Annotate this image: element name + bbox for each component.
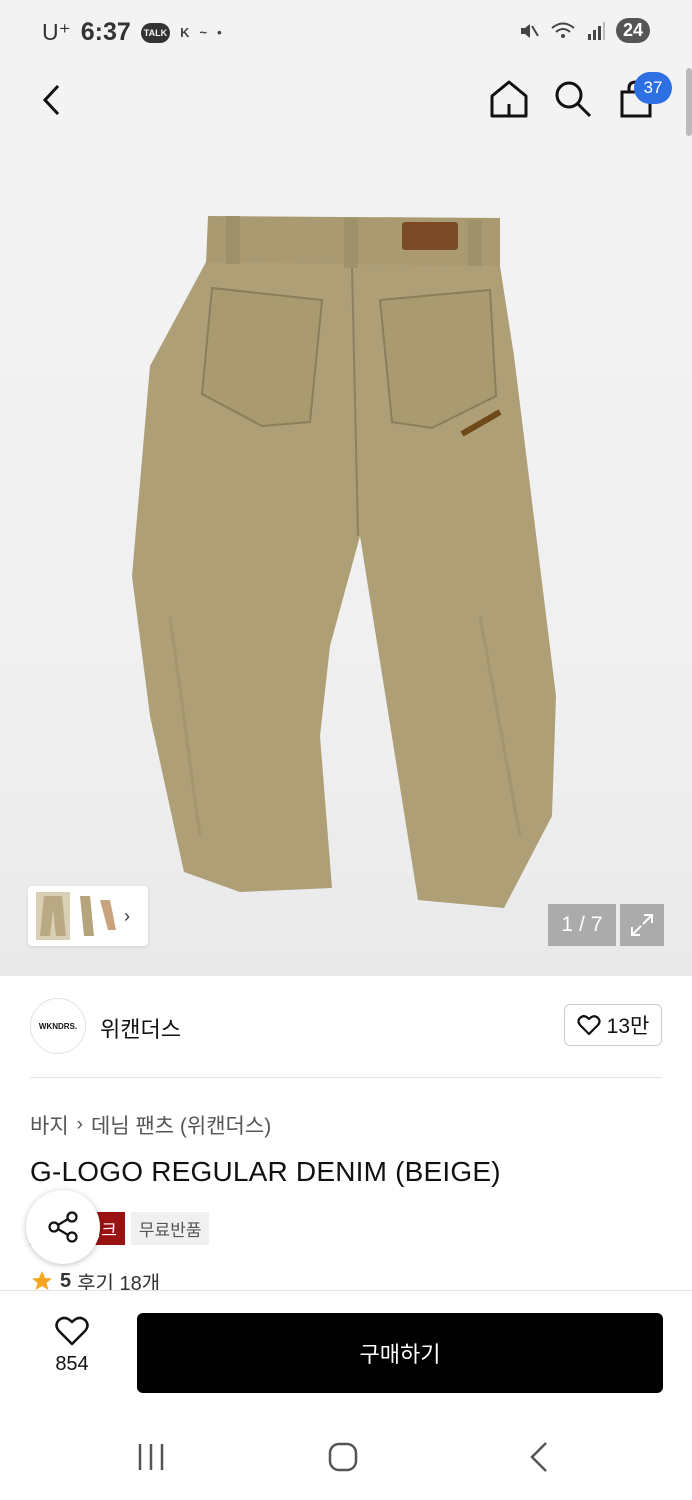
free-return-tag: 무료반품 (130, 1212, 210, 1245)
breadcrumb: 바지 › 데님 팬츠 (위캔더스) (30, 1110, 271, 1140)
share-icon (48, 1211, 78, 1243)
cart-count-badge: 37 (634, 72, 672, 104)
home-button[interactable] (488, 78, 530, 122)
app-notification-icon: K (180, 25, 190, 40)
brand-row: WKNDRS. 위캔더스 13만 (0, 976, 692, 1078)
breadcrumb-category[interactable]: 바지 (30, 1110, 69, 1140)
system-navigation-bar (0, 1414, 692, 1500)
more-dot-icon: • (217, 25, 222, 40)
rating-summary[interactable]: 5 후기 18개 (30, 1270, 160, 1292)
wifi-icon (551, 22, 575, 38)
expand-image-button[interactable] (620, 904, 664, 946)
home-nav-icon[interactable] (326, 1440, 360, 1474)
rating-score: 5 (60, 1270, 72, 1292)
image-page-counter: 1 / 7 (548, 904, 616, 946)
home-icon (490, 80, 528, 118)
battery-indicator: 24 (615, 18, 650, 43)
buy-button[interactable]: 구매하기 (137, 1313, 663, 1393)
recents-icon[interactable] (134, 1440, 168, 1474)
mute-icon (520, 23, 539, 38)
page-current: 1 (561, 913, 574, 936)
brand-logo[interactable]: WKNDRS. (30, 998, 86, 1054)
breadcrumb-subcategory[interactable]: 데님 팬츠 (위캔더스) (91, 1110, 271, 1140)
brand-name[interactable]: 위캔더스 (100, 1012, 181, 1044)
search-icon (555, 81, 592, 118)
bottom-action-bar: 854 구매하기 (0, 1290, 692, 1414)
product-image (132, 216, 556, 908)
review-count: 후기 18개 (77, 1272, 161, 1293)
signal-icon (587, 21, 605, 40)
product-title: G-LOGO REGULAR DENIM (BEIGE) (30, 1156, 501, 1187)
product-image-gallery[interactable]: › 1 / 7 (0, 136, 692, 976)
chevron-left-icon (42, 84, 60, 116)
status-bar: U⁺ 6:37 TALK K ~ • 24 (0, 0, 692, 64)
expand-icon (631, 914, 653, 936)
chevron-right-icon: › (124, 905, 130, 926)
page-separator: / (579, 913, 585, 936)
kakaotalk-icon: TALK (140, 22, 171, 43)
divider (30, 1077, 662, 1078)
thumbnail-strip[interactable]: › (28, 886, 148, 946)
brand-like-button[interactable]: 13만 (564, 1004, 662, 1046)
search-button[interactable] (552, 78, 594, 122)
app-notification-icon-2: ~ (199, 25, 208, 40)
back-nav-icon[interactable] (522, 1440, 556, 1474)
star-icon (32, 1271, 52, 1290)
thumbnail-image (36, 892, 116, 940)
heart-icon (55, 1316, 89, 1346)
top-app-bar (0, 64, 692, 136)
share-button[interactable] (26, 1190, 100, 1264)
heart-icon (577, 1015, 601, 1036)
page-total: 7 (590, 913, 603, 936)
wishlist-count: 854 (55, 1353, 89, 1375)
brand-like-count: 13만 (606, 1015, 650, 1038)
clock: 6:37 (80, 18, 131, 46)
carrier-label: U⁺ (42, 19, 71, 45)
chevron-right-icon: › (76, 1114, 83, 1135)
back-button[interactable] (34, 78, 70, 122)
scroll-indicator (686, 68, 692, 136)
wishlist-button[interactable]: 854 (36, 1315, 108, 1385)
